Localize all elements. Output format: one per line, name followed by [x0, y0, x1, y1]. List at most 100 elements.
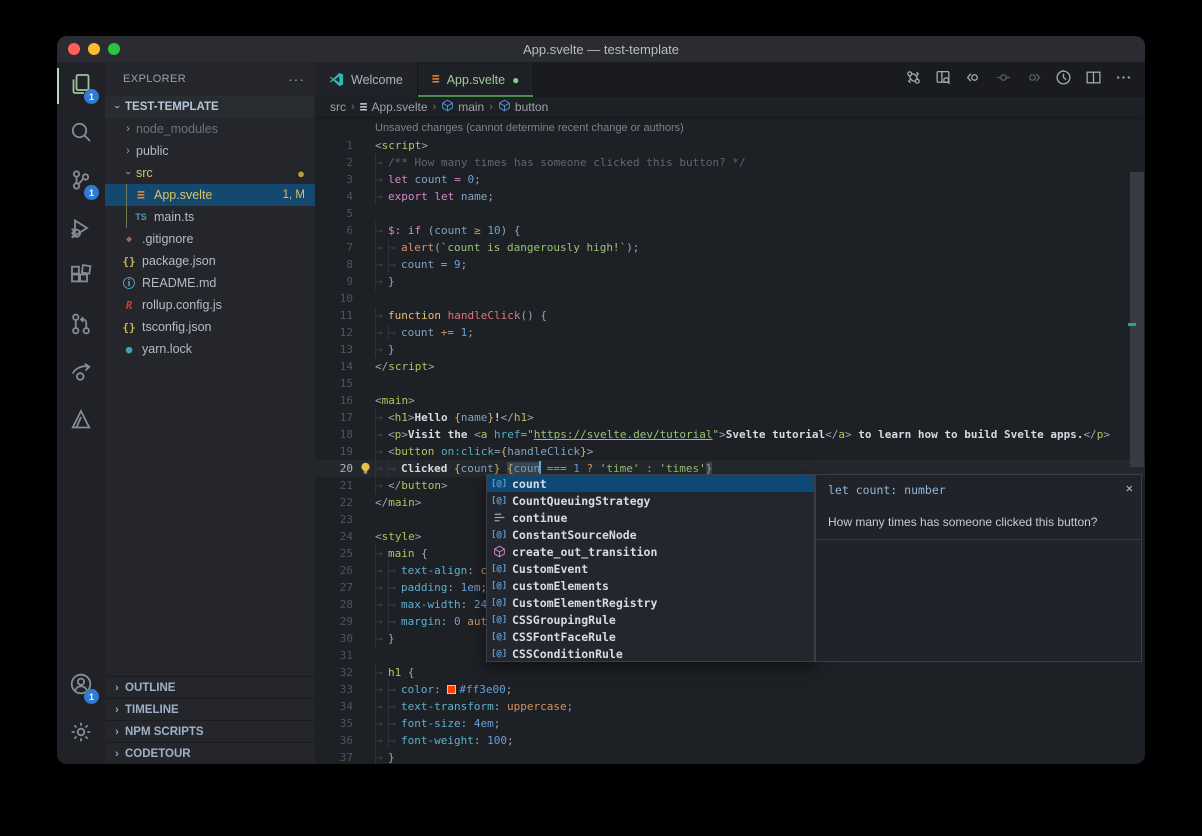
suggest-item-CountQueuingStrategy[interactable]: [@]CountQueuingStrategy	[487, 492, 814, 509]
sidebar-section-outline[interactable]: ›OUTLINE	[105, 676, 315, 698]
activity-explorer[interactable]: 1	[57, 62, 105, 110]
sidebar-item-package.json[interactable]: {}package.json	[105, 250, 315, 272]
code-line-6[interactable]: 6→$: if (count ≥ 10) {	[315, 222, 1145, 239]
code-line-17[interactable]: 17→<h1>Hello {name}!</h1>	[315, 409, 1145, 426]
line-number: 13	[315, 341, 353, 358]
sidebar-item-rollup.config.js[interactable]: Rrollup.config.js	[105, 294, 315, 316]
file-history-button[interactable]	[1051, 68, 1075, 92]
suggest-item-CSSFontFaceRule[interactable]: [@]CSSFontFaceRule	[487, 628, 814, 645]
code-line-19[interactable]: 19→<button on:click={handleClick}>	[315, 443, 1145, 460]
activity-accounts[interactable]: 1	[57, 662, 105, 710]
code-line-12[interactable]: 12→→count += 1;	[315, 324, 1145, 341]
code-line-10[interactable]: 10	[315, 290, 1145, 307]
code-line-13[interactable]: 13→}	[315, 341, 1145, 358]
sidebar-item-README.md[interactable]: iREADME.md	[105, 272, 315, 294]
lightbulb-icon[interactable]	[359, 462, 372, 475]
suggest-item-customElements[interactable]: [@]customElements	[487, 577, 814, 594]
nav-forward-button[interactable]	[1021, 68, 1045, 92]
code-line-8[interactable]: 8→→count = 9;	[315, 256, 1145, 273]
sidebar-item-main.ts[interactable]: TSmain.ts	[105, 206, 315, 228]
title-bar[interactable]: App.svelte — test-template	[57, 36, 1145, 62]
activity-settings[interactable]	[57, 710, 105, 758]
sidebar-section-timeline[interactable]: ›TIMELINE	[105, 698, 315, 720]
sidebar-item-public[interactable]: ›public	[105, 140, 315, 162]
suggest-item-create_out_transition[interactable]: create_out_transition	[487, 543, 814, 560]
nav-back-button[interactable]	[961, 68, 985, 92]
code-line-11[interactable]: 11→function handleClick() {	[315, 307, 1145, 324]
code-line-37[interactable]: 37→}	[315, 749, 1145, 764]
split-editor-button[interactable]	[1081, 68, 1105, 92]
activity-source-control[interactable]: 1	[57, 158, 105, 206]
code-line-18[interactable]: 18→<p>Visit the <a href="https://svelte.…	[315, 426, 1145, 443]
close-button[interactable]	[68, 43, 80, 55]
code-line-33[interactable]: 33→→color: #ff3e00;	[315, 681, 1145, 698]
code-line-35[interactable]: 35→→font-size: 4em;	[315, 715, 1145, 732]
minimize-button[interactable]	[88, 43, 100, 55]
sidebar-section-npm-scripts[interactable]: ›NPM SCRIPTS	[105, 720, 315, 742]
suggest-label: continue	[512, 511, 567, 525]
breadcrumb-separator: ›	[433, 101, 437, 113]
line-number: 33	[315, 681, 353, 698]
breadcrumb-item-main[interactable]: main	[441, 99, 484, 115]
suggest-item-CSSConditionRule[interactable]: [@]CSSConditionRule	[487, 645, 814, 662]
code-line-4[interactable]: 4→export let name;	[315, 188, 1145, 205]
code-line-3[interactable]: 3→let count = 0;	[315, 171, 1145, 188]
sidebar-item-src[interactable]: ›src●	[105, 162, 315, 184]
suggest-item-CustomEvent[interactable]: [@]CustomEvent	[487, 560, 814, 577]
code-line-5[interactable]: 5	[315, 205, 1145, 222]
window-title: App.svelte — test-template	[523, 42, 679, 57]
breadcrumb-item-src[interactable]: src	[330, 100, 346, 114]
more-actions-icon[interactable]: ···	[288, 71, 305, 87]
sidebar-item-App.svelte[interactable]: ≡App.svelte1, M	[105, 184, 315, 206]
line-number: 10	[315, 290, 353, 307]
code-editor[interactable]: Unsaved changes (cannot determine recent…	[315, 117, 1145, 764]
suggest-item-continue[interactable]: continue	[487, 509, 814, 526]
activity-run-debug[interactable]	[57, 206, 105, 254]
line-number: 8	[315, 256, 353, 273]
more-actions-button[interactable]	[1111, 68, 1135, 92]
workspace-section-header[interactable]: › TEST-TEMPLATE	[105, 96, 315, 118]
close-icon[interactable]: ✕	[1126, 481, 1133, 495]
color-swatch	[447, 685, 456, 694]
gitlens-icon	[905, 69, 922, 91]
sidebar-item-tsconfig.json[interactable]: {}tsconfig.json	[105, 316, 315, 338]
code-line-16[interactable]: 16<main>	[315, 392, 1145, 409]
scrollbar-thumb[interactable]	[1130, 172, 1144, 467]
variable-icon: [@]	[491, 496, 507, 506]
open-preview-button[interactable]	[931, 68, 955, 92]
suggest-item-CustomElementRegistry[interactable]: [@]CustomElementRegistry	[487, 594, 814, 611]
code-line-15[interactable]: 15	[315, 375, 1145, 392]
suggest-label: customElements	[512, 579, 609, 593]
section-label: NPM SCRIPTS	[125, 726, 204, 738]
nav-current-button[interactable]	[991, 68, 1015, 92]
code-line-32[interactable]: 32→h1 {	[315, 664, 1145, 681]
suggest-item-ConstantSourceNode[interactable]: [@]ConstantSourceNode	[487, 526, 814, 543]
code-line-36[interactable]: 36→→font-weight: 100;	[315, 732, 1145, 749]
sidebar-section-codetour[interactable]: ›CODETOUR	[105, 742, 315, 764]
activity-extensions[interactable]	[57, 254, 105, 302]
code-line-2[interactable]: 2→/** How many times has someone clicked…	[315, 154, 1145, 171]
breadcrumb-item-button[interactable]: button	[498, 99, 548, 115]
breadcrumb-item-app-svelte[interactable]: ≡App.svelte	[360, 100, 428, 115]
tab-welcome[interactable]: Welcome	[315, 62, 418, 97]
zoom-button[interactable]	[108, 43, 120, 55]
suggest-item-count[interactable]: [@]count	[487, 475, 814, 492]
activity-azure[interactable]	[57, 398, 105, 446]
code-line-9[interactable]: 9→}	[315, 273, 1145, 290]
sidebar-item-yarn.lock[interactable]: ●yarn.lock	[105, 338, 315, 360]
gitlens-annotations-button[interactable]	[901, 68, 925, 92]
breadcrumb[interactable]: src›≡App.svelte›main›button	[315, 97, 1145, 117]
activity-search[interactable]	[57, 110, 105, 158]
code-line-7[interactable]: 7→→alert(`count is dangerously high!`);	[315, 239, 1145, 256]
editor-scrollbar[interactable]	[1128, 172, 1145, 764]
sidebar-item-.gitignore[interactable]: ◆.gitignore	[105, 228, 315, 250]
file-name: public	[136, 144, 169, 158]
activity-github-pull-requests[interactable]	[57, 302, 105, 350]
activity-live-share[interactable]	[57, 350, 105, 398]
code-line-34[interactable]: 34→→text-transform: uppercase;	[315, 698, 1145, 715]
sidebar-item-node_modules[interactable]: ›node_modules	[105, 118, 315, 140]
suggest-item-CSSGroupingRule[interactable]: [@]CSSGroupingRule	[487, 611, 814, 628]
tab-app-svelte[interactable]: ≡App.svelte●	[418, 62, 534, 97]
code-line-1[interactable]: 1<script>	[315, 137, 1145, 154]
code-line-14[interactable]: 14</script>	[315, 358, 1145, 375]
